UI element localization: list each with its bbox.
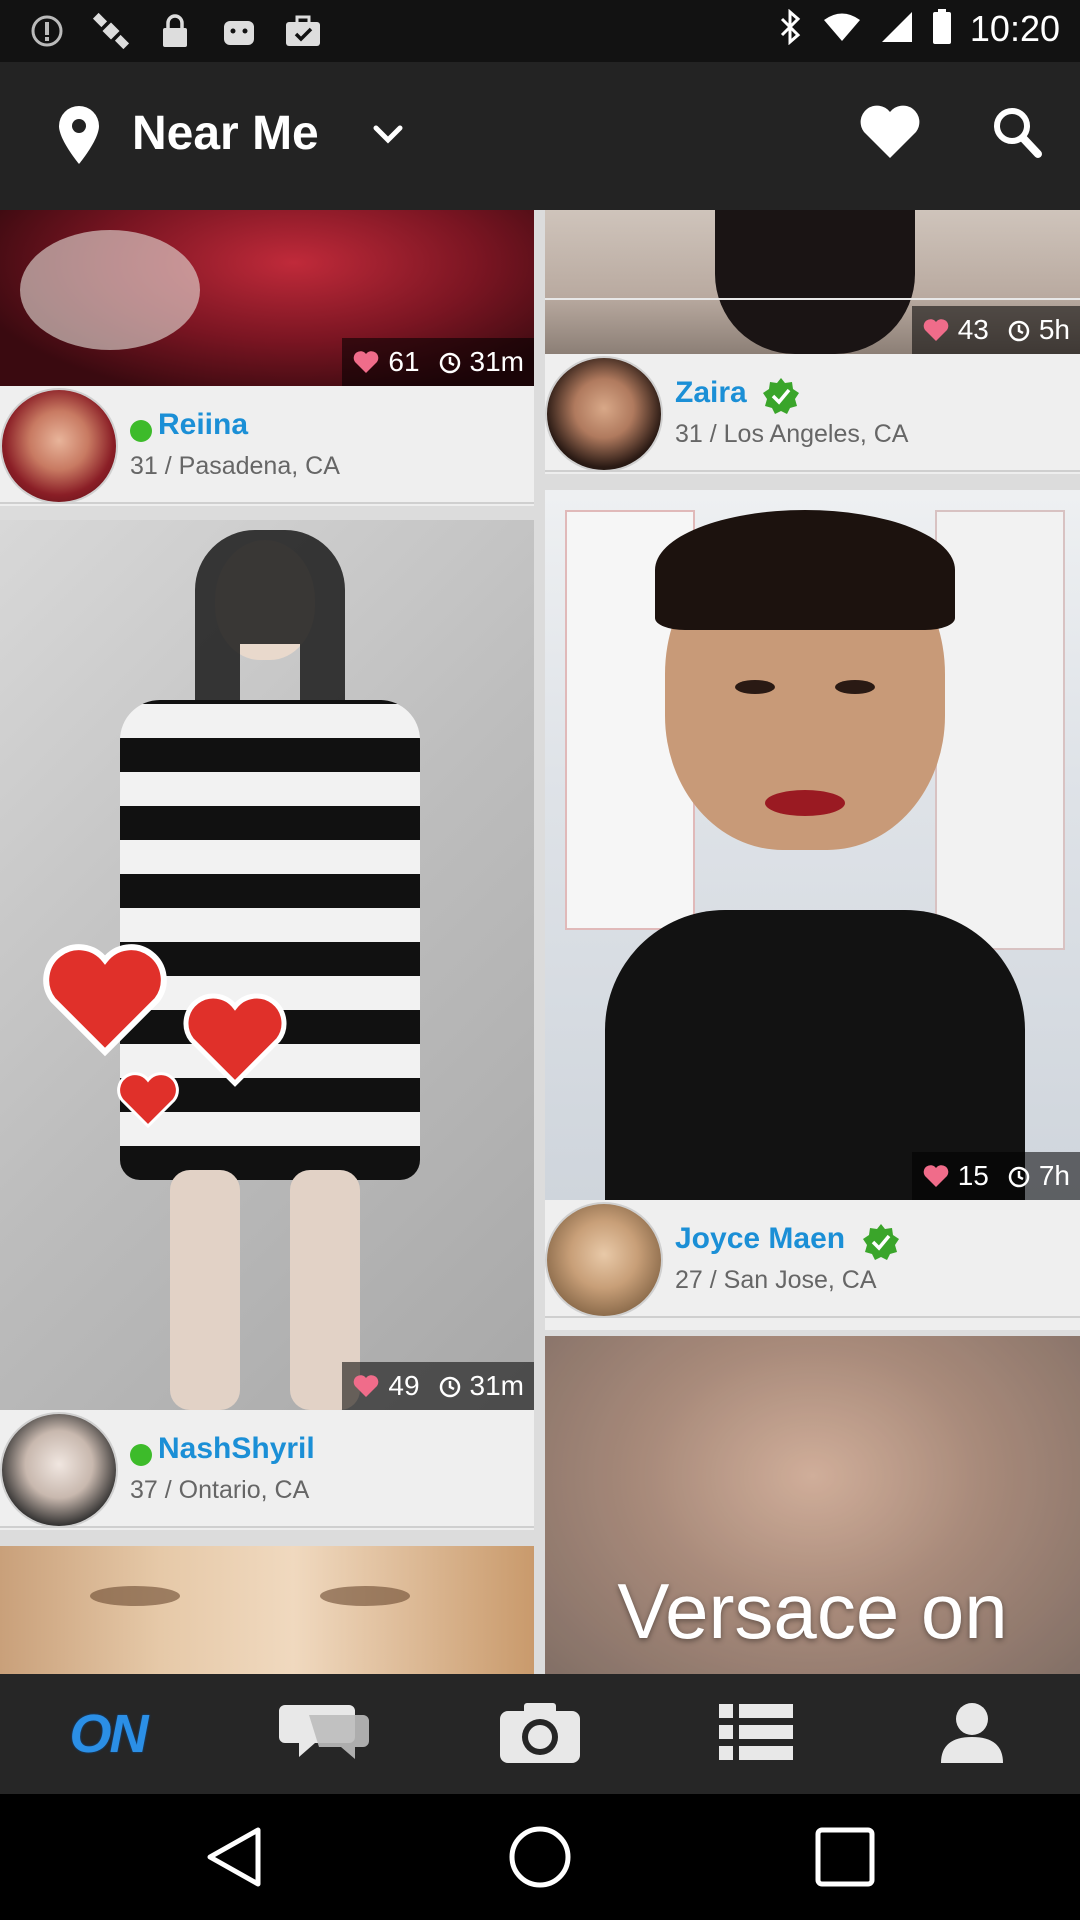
verified-badge-icon — [761, 376, 801, 416]
recents-icon[interactable] — [810, 1822, 880, 1892]
chevron-down-icon[interactable] — [368, 114, 408, 154]
profile-info[interactable]: NashShyril 37 / Ontario, CA — [0, 1410, 534, 1528]
profile-grid[interactable]: 61 31m Reiina 31 / Pasadena, CA 49 31m N… — [0, 210, 1080, 1674]
page-title[interactable]: Near Me — [132, 106, 319, 161]
online-indicator — [130, 420, 152, 442]
avatar[interactable] — [545, 1202, 663, 1318]
profile-card[interactable]: 15 7h Joyce Maen 27 / San Jose, CA — [545, 490, 1080, 1330]
heart-sticker — [115, 1070, 181, 1135]
signal-icon — [880, 10, 914, 49]
camera-icon — [498, 1699, 582, 1770]
promo-text: Versace on — [617, 1567, 1008, 1655]
android-icon — [220, 12, 258, 50]
age-location: 31 / Los Angeles, CA — [675, 420, 909, 448]
clock-icon — [1007, 318, 1031, 342]
bluetooth-icon — [778, 8, 804, 50]
briefcase-check-icon — [284, 12, 322, 50]
last-active: 31m — [469, 1370, 524, 1401]
like-count: 15 — [957, 1160, 989, 1191]
avatar[interactable] — [0, 388, 118, 504]
age-location: 27 / San Jose, CA — [675, 1266, 877, 1294]
clock-icon — [1007, 1164, 1031, 1188]
satellite-icon — [92, 12, 130, 50]
bottom-nav: ON — [0, 1674, 1080, 1794]
age-location: 31 / Pasadena, CA — [130, 452, 340, 480]
nav-chat[interactable] — [216, 1674, 432, 1794]
home-icon[interactable] — [505, 1822, 575, 1892]
profile-photo[interactable]: 61 31m — [0, 210, 534, 386]
clock-icon — [438, 350, 462, 374]
last-active: 7h — [1038, 1160, 1070, 1191]
nav-list[interactable] — [648, 1674, 864, 1794]
photo-stats: 61 31m — [342, 338, 534, 386]
status-time: 10:20 — [969, 8, 1060, 49]
profile-info[interactable]: Reiina 31 / Pasadena, CA — [0, 386, 534, 504]
username[interactable]: Reiina — [158, 408, 248, 442]
nav-camera[interactable] — [432, 1674, 648, 1794]
battery-icon — [932, 8, 952, 50]
verified-badge-icon — [861, 1222, 901, 1262]
username[interactable]: NashShyril — [158, 1432, 315, 1466]
profile-card[interactable]: 61 31m Reiina 31 / Pasadena, CA — [0, 210, 534, 506]
avatar[interactable] — [545, 356, 663, 472]
username[interactable]: Zaira — [675, 376, 747, 410]
profile-photo[interactable] — [0, 1546, 534, 1674]
photo-stats: 49 31m — [342, 1362, 534, 1410]
heart-icon — [352, 349, 380, 375]
nav-on-logo[interactable]: ON — [0, 1674, 216, 1794]
profile-card[interactable]: 43 5h Zaira 31 / Los Angeles, CA — [545, 210, 1080, 474]
profile-photo[interactable]: 15 7h — [545, 490, 1080, 1200]
status-bar: 10:20 — [0, 0, 1080, 62]
list-icon — [717, 1702, 795, 1767]
nav-profile[interactable] — [864, 1674, 1080, 1794]
heart-sticker — [40, 940, 170, 1065]
promo-card[interactable]: Versace on — [545, 1336, 1080, 1674]
back-icon[interactable] — [200, 1822, 270, 1892]
online-indicator — [130, 1444, 152, 1466]
lock-icon — [156, 12, 194, 50]
profile-icon — [937, 1699, 1007, 1770]
heart-icon — [922, 1163, 950, 1189]
heart-icon[interactable] — [858, 102, 922, 162]
photo-stats: 15 7h — [911, 1152, 1080, 1200]
last-active: 31m — [469, 346, 524, 377]
like-count: 49 — [388, 1370, 420, 1401]
profile-card[interactable] — [0, 1546, 534, 1674]
promo-photo[interactable]: Versace on — [545, 1336, 1080, 1674]
last-active: 5h — [1038, 314, 1070, 345]
profile-photo[interactable]: 43 5h — [545, 210, 1080, 354]
profile-card[interactable]: 49 31m NashShyril 37 / Ontario, CA — [0, 520, 534, 1530]
location-pin-icon[interactable] — [56, 104, 102, 166]
photo-stats: 43 5h — [911, 306, 1080, 354]
profile-info[interactable]: Joyce Maen 27 / San Jose, CA — [545, 1200, 1080, 1318]
heart-icon — [922, 317, 950, 343]
heart-icon — [352, 1373, 380, 1399]
system-nav-bar — [0, 1794, 1080, 1920]
wifi-icon — [822, 11, 862, 48]
clock-icon — [438, 1374, 462, 1398]
like-count: 61 — [388, 346, 420, 377]
profile-photo[interactable]: 49 31m — [0, 520, 534, 1410]
search-icon[interactable] — [990, 102, 1044, 162]
profile-info[interactable]: Zaira 31 / Los Angeles, CA — [545, 354, 1080, 472]
username[interactable]: Joyce Maen — [675, 1222, 845, 1256]
avatar[interactable] — [0, 1412, 118, 1528]
like-count: 43 — [957, 314, 989, 345]
alert-icon — [28, 12, 66, 50]
chat-bubbles-icon — [279, 1699, 369, 1770]
heart-sticker — [180, 990, 290, 1095]
age-location: 37 / Ontario, CA — [130, 1476, 310, 1504]
app-bar: Near Me — [0, 62, 1080, 210]
on-logo: ON — [69, 1704, 149, 1764]
